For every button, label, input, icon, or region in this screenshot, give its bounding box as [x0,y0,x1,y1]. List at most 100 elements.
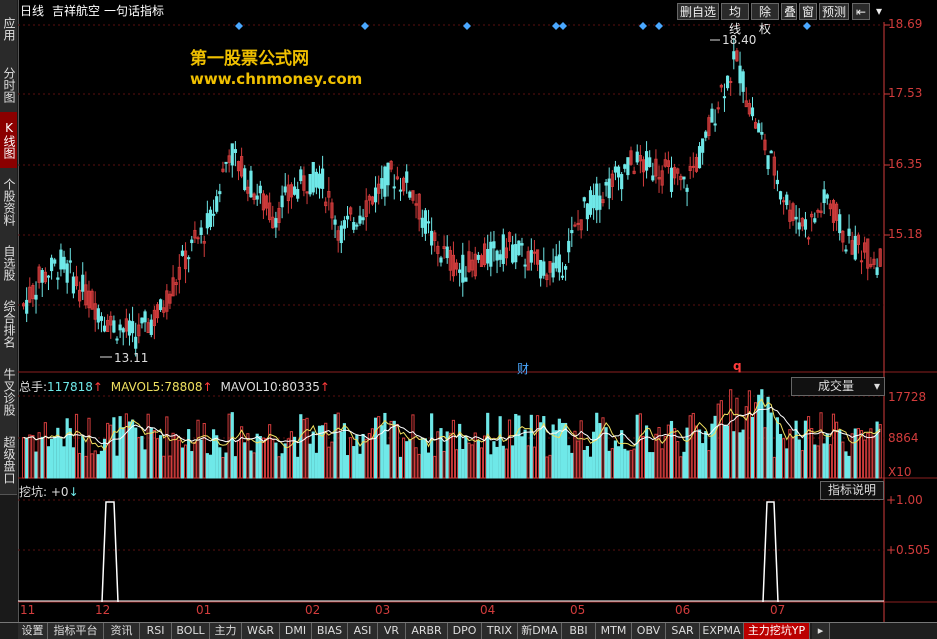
candle-body [710,108,714,123]
finance-marker[interactable]: 财 [517,360,529,377]
volume-bar [595,412,599,479]
sidebar-tab[interactable]: 综合排名 [0,290,17,359]
volume-bar [757,394,761,479]
tab-scroll-icon[interactable]: ▸ [812,623,830,639]
q-marker[interactable]: q [733,359,742,373]
volume-bar [535,415,540,479]
volume-bar [806,416,811,479]
exright-button[interactable]: 除权 [751,3,779,36]
bottom-tab[interactable]: 资讯 [104,623,140,639]
sidebar-tab[interactable]: 应用 [0,0,17,59]
up-arrow-icon: ↑ [319,380,330,394]
sidebar-tab[interactable]: 分时图 [0,58,17,113]
bottom-tab[interactable]: DMI [280,623,312,639]
volume-bar [224,452,228,479]
bottom-tab[interactable]: BOLL [172,623,210,639]
candle-body [498,254,502,260]
window-button[interactable]: 窗 [799,3,817,20]
volume-bar [567,445,571,479]
volume-bar [454,449,459,479]
forecast-button[interactable]: 预测 [819,3,849,20]
remove-watchlist-button[interactable]: 删自选 [677,3,719,20]
sidebar-tab[interactable]: 自选股 [0,236,17,291]
candle-body [517,240,521,256]
candle-body [386,162,390,186]
bottom-tab[interactable]: MTM [596,623,632,639]
candle-body [557,254,561,273]
volume-bar [869,428,873,479]
candle-body [445,246,449,259]
candle-body [847,228,851,236]
sidebar-tab[interactable]: 超级盘口 [0,426,17,495]
volume-bar [576,440,580,479]
volume-bar [579,420,583,479]
volume-bar [704,431,708,479]
volume-bar [657,427,661,479]
candle-body [34,294,38,300]
bottom-tab[interactable]: VR [378,623,406,639]
volume-bar [775,417,780,479]
volume-bar [688,415,692,479]
volume-bar [155,438,160,479]
bottom-tab[interactable]: W&R [242,623,280,639]
candle-body [648,157,652,168]
ma-button[interactable]: 均线 [721,3,749,36]
candle-body [760,131,764,135]
candle-body [729,81,733,84]
volume-bar [149,427,153,479]
volume-bar [236,440,241,479]
candle-body [25,299,29,314]
bottom-tab[interactable]: 主力挖坑YP [744,623,810,639]
bottom-tab[interactable]: 设置 [18,623,48,639]
volume-bar [666,424,670,479]
volume-bar [299,414,303,479]
candle-body [595,183,599,211]
bottom-tab[interactable]: RSI [140,623,172,639]
bottom-tab[interactable]: OBV [632,623,666,639]
overlay-button[interactable]: 叠 [781,3,797,20]
volume-bar [607,450,611,479]
volume-bar [778,433,783,479]
candle-body [529,250,533,263]
bottom-tab[interactable]: 新DMA [518,623,562,639]
volume-bar [261,437,266,479]
sidebar-tab[interactable]: 个股资料 [0,168,17,237]
volume-bar [847,455,851,479]
bottom-tab[interactable]: ARBR [406,623,448,639]
bottom-tab[interactable]: DPO [448,623,482,639]
volume-bar [557,418,561,479]
sidebar-tab[interactable]: 牛叉诊股 [0,358,17,427]
bottom-tab[interactable]: EXPMA [700,623,744,639]
x-axis-month-label: 04 [480,603,496,617]
volume-bar [701,443,705,479]
volume-indicator-select[interactable]: 成交量 ▾ [791,377,885,396]
candle-body [732,51,736,60]
dropdown-arrow-icon[interactable]: ▾ [872,3,886,20]
volume-bar [750,416,755,479]
candle-body [458,269,462,273]
bottom-tab[interactable]: SAR [666,623,700,639]
bottom-tab[interactable]: ASI [348,623,378,639]
back-arrow-icon[interactable]: ⇤ [852,3,870,20]
volume-bar [240,426,244,479]
candle-body [311,161,315,193]
volume-bar [635,414,639,479]
kline-chart[interactable] [18,22,937,622]
volume-bar [292,436,297,479]
bottom-tab[interactable]: BIAS [312,623,348,639]
volume-bar [50,438,54,479]
volume-bar [102,438,107,479]
sidebar-tab[interactable]: K线图 [0,112,17,169]
low-price-label: 13.11 [114,351,149,365]
indicator-help-button[interactable]: 指标说明 [820,481,884,500]
candle-body [230,143,234,166]
volume-bar [644,425,649,479]
mavol10-value: 80335 [281,380,320,394]
bottom-tab[interactable]: 主力 [210,623,242,639]
bottom-tab[interactable]: 指标平台 [48,623,104,639]
volume-bar [623,448,627,479]
period-label[interactable]: 日线 [20,2,44,20]
bottom-tab[interactable]: BBI [562,623,596,639]
volume-bar [373,417,378,479]
bottom-tab[interactable]: TRIX [482,623,518,639]
